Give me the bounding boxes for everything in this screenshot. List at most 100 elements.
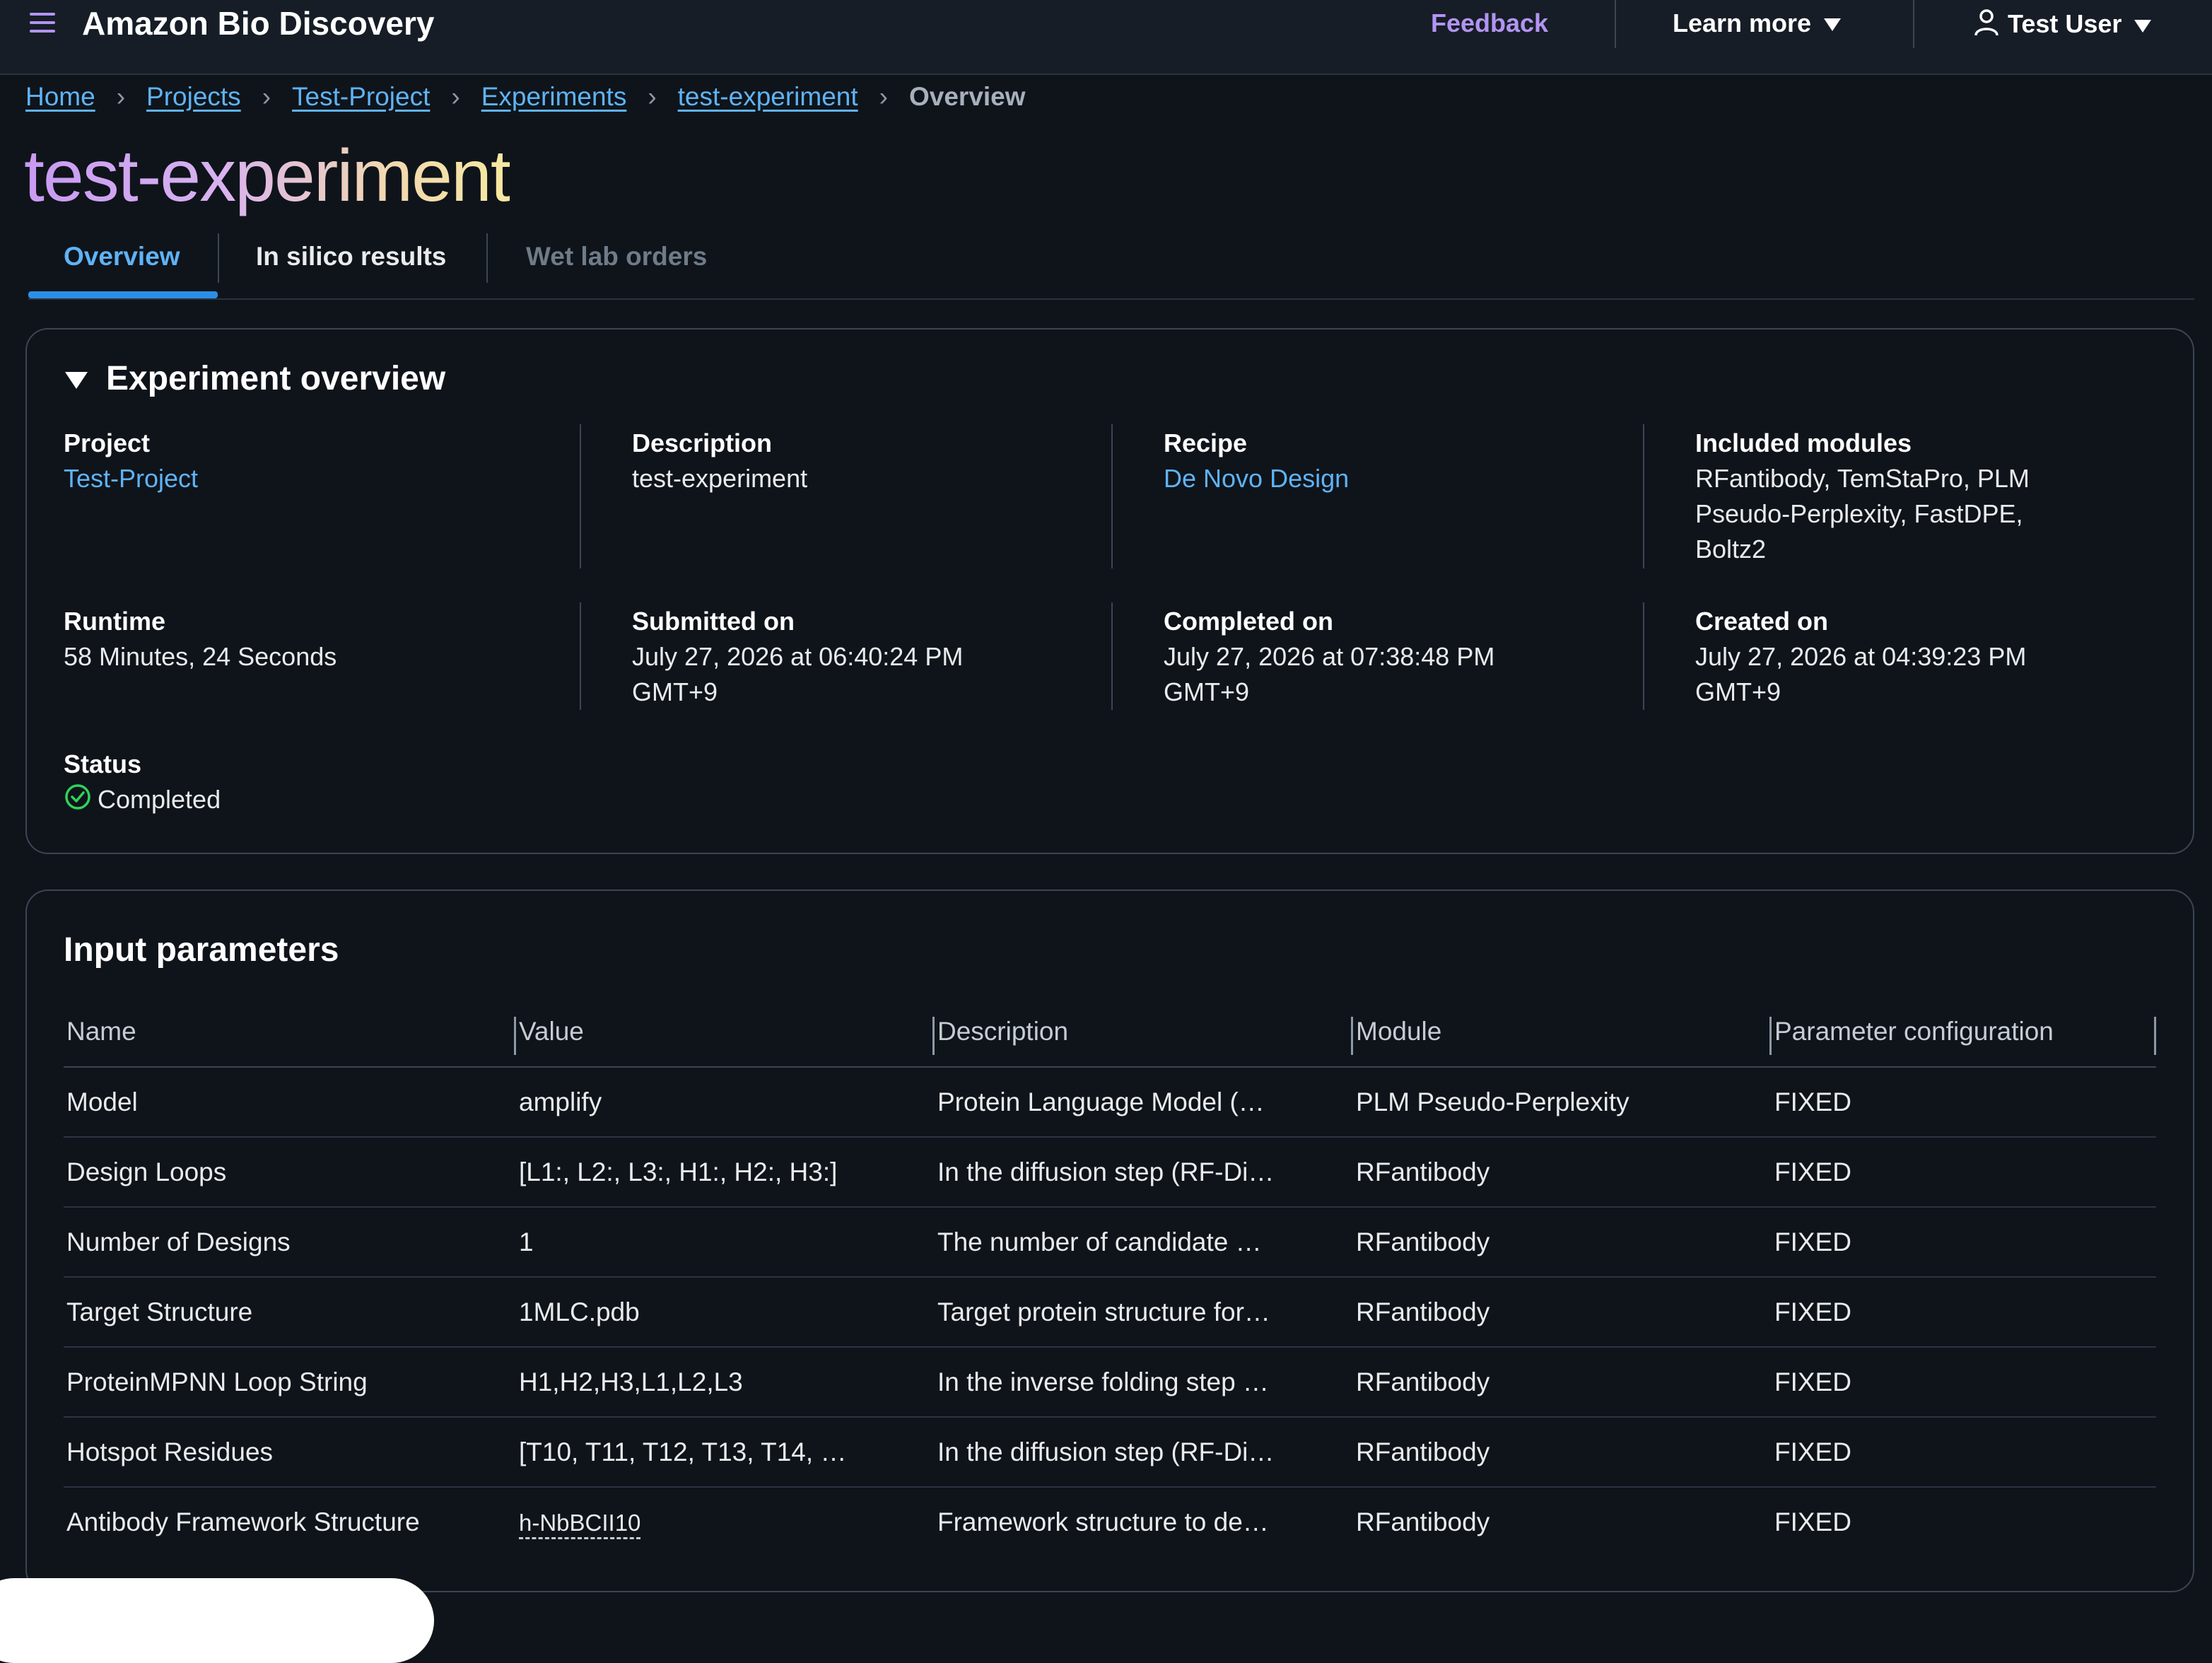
input-parameters-table: Name Value Description Module Parameter … [64, 997, 2156, 1556]
included-modules-label: Included modules [1695, 428, 1912, 457]
param-description: In the diffusion step (RF-Di… [935, 1417, 1353, 1488]
runtime-value: 58 Minutes, 24 Seconds [64, 642, 337, 671]
breadcrumb-experiments[interactable]: Experiments [481, 82, 627, 111]
learn-more-dropdown[interactable]: Learn more [1673, 8, 1842, 38]
param-description: Target protein structure for… [935, 1277, 1353, 1348]
breadcrumb-home[interactable]: Home [25, 82, 95, 111]
breadcrumb-current: Overview [908, 82, 1026, 111]
recipe-link[interactable]: De Novo Design [1164, 461, 1349, 496]
completed-on-label: Completed on [1164, 607, 1333, 636]
created-on-field: Created on July 27, 2026 at 04:39:23 PM … [1695, 604, 2026, 710]
project-label: Project [64, 428, 151, 457]
param-value: 1 [516, 1207, 935, 1278]
param-configuration: FIXED [1772, 1207, 2156, 1278]
user-menu-dropdown[interactable]: Test User [1974, 8, 2152, 43]
param-configuration: FIXED [1772, 1137, 2156, 1208]
tab-in-silico-results[interactable]: In silico results [256, 242, 446, 272]
included-modules-field: Included modules RFantibody, TemStaPro, … [1695, 426, 2030, 567]
chevron-right-icon: › [116, 82, 126, 111]
param-module: RFantibody [1353, 1277, 1772, 1348]
description-label: Description [632, 428, 773, 457]
status-value: Completed [98, 785, 221, 814]
chevron-right-icon: › [451, 82, 460, 111]
completed-on-timezone: GMT+9 [1164, 677, 1250, 706]
app-title[interactable]: Amazon Bio Discovery [82, 4, 434, 42]
top-navigation-bar: Amazon Bio Discovery Feedback Learn more… [0, 0, 2212, 75]
feedback-link[interactable]: Feedback [1431, 8, 1548, 38]
runtime-label: Runtime [64, 607, 165, 636]
project-link[interactable]: Test-Project [64, 461, 198, 496]
column-divider [1643, 602, 1644, 710]
project-field: Project Test-Project [64, 426, 198, 496]
column-divider [580, 602, 581, 710]
hamburger-menu-icon[interactable] [30, 13, 55, 34]
param-module: RFantibody [1353, 1347, 1772, 1418]
description-field: Description test-experiment [632, 426, 807, 496]
breadcrumb-test-project[interactable]: Test-Project [292, 82, 430, 111]
param-value: amplify [516, 1067, 935, 1138]
param-configuration: FIXED [1774, 1507, 1851, 1536]
param-name: Design Loops [64, 1137, 516, 1208]
table-row: Antibody Framework Structure h-NbBCII10 … [64, 1487, 2156, 1556]
tab-overview[interactable]: Overview [64, 242, 180, 272]
submitted-on-timezone: GMT+9 [632, 677, 718, 706]
param-module: RFantibody [1353, 1137, 1772, 1208]
table-row: ProteinMPNN Loop String H1,H2,H3,L1,L2,L… [64, 1347, 2156, 1418]
input-parameters-heading: Input parameters [64, 931, 339, 969]
chevron-right-icon: › [648, 82, 657, 111]
column-header-value[interactable]: Value [516, 997, 935, 1068]
status-label: Status [64, 749, 142, 778]
table-row: Hotspot Residues [T10, T11, T12, T13, T1… [64, 1417, 2156, 1488]
table-row: Model amplify Protein Language Model (… … [64, 1067, 2156, 1138]
param-name: Number of Designs [64, 1207, 516, 1278]
completed-on-value: July 27, 2026 at 07:38:48 PM [1164, 642, 1495, 671]
param-name: Target Structure [64, 1277, 516, 1348]
param-module: RFantibody [1353, 1207, 1772, 1278]
experiment-overview-card: Experiment overview Project Test-Project… [25, 328, 2194, 854]
param-value: [T10, T11, T12, T13, T14, … [516, 1417, 935, 1488]
param-description: Protein Language Model (… [935, 1067, 1353, 1138]
table-row: Number of Designs 1 The number of candid… [64, 1207, 2156, 1278]
user-name: Test User [2008, 9, 2122, 39]
tab-wet-lab-orders[interactable]: Wet lab orders [526, 242, 707, 272]
param-name: ProteinMPNN Loop String [64, 1347, 516, 1418]
caret-down-icon [2134, 19, 2152, 33]
check-circle-icon [64, 783, 92, 820]
breadcrumb: Home › Projects › Test-Project › Experiments › t… [25, 82, 1026, 112]
param-description: Framework structure to de… [937, 1507, 1269, 1536]
param-configuration: FIXED [1772, 1417, 2156, 1488]
param-description: In the inverse folding step … [935, 1347, 1353, 1418]
column-divider [580, 424, 581, 568]
floating-toolbar[interactable] [0, 1578, 434, 1663]
included-modules-line: Pseudo-Perplexity, FastDPE, [1695, 499, 2023, 528]
tab-divider [486, 233, 488, 283]
column-header-module[interactable]: Module [1353, 997, 1772, 1068]
breadcrumb-test-experiment[interactable]: test-experiment [678, 82, 858, 111]
param-name: Hotspot Residues [64, 1417, 516, 1488]
user-icon [1974, 8, 1999, 43]
param-value: [L1:, L2:, L3:, H1:, H2:, H3:] [516, 1137, 935, 1208]
input-parameters-card: Input parameters Name Value Description … [25, 889, 2194, 1592]
included-modules-line: Boltz2 [1695, 535, 1767, 564]
param-name: Antibody Framework Structure [66, 1507, 420, 1536]
table-row: Design Loops [L1:, L2:, L3:, H1:, H2:, H… [64, 1137, 2156, 1208]
caret-down-icon [1824, 18, 1842, 32]
param-module: RFantibody [1353, 1417, 1772, 1488]
included-modules-line: RFantibody, TemStaPro, PLM [1695, 464, 2030, 493]
framework-structure-popover-trigger[interactable]: h-NbBCII10 [519, 1509, 641, 1539]
recipe-label: Recipe [1164, 428, 1248, 457]
column-divider [1111, 424, 1113, 568]
submitted-on-field: Submitted on July 27, 2026 at 06:40:24 P… [632, 604, 963, 710]
chevron-right-icon: › [262, 82, 271, 111]
created-on-timezone: GMT+9 [1695, 677, 1781, 706]
column-header-parameter-configuration[interactable]: Parameter configuration [1772, 997, 2156, 1068]
header-divider [1615, 0, 1616, 48]
param-module: PLM Pseudo-Perplexity [1353, 1067, 1772, 1138]
column-header-description[interactable]: Description [935, 997, 1353, 1068]
column-header-name[interactable]: Name [64, 997, 516, 1068]
experiment-overview-toggle[interactable]: Experiment overview [65, 359, 445, 398]
column-divider [1643, 424, 1644, 568]
breadcrumb-projects[interactable]: Projects [146, 82, 241, 111]
submitted-on-value: July 27, 2026 at 06:40:24 PM [632, 642, 964, 671]
param-description: The number of candidate … [935, 1207, 1353, 1278]
